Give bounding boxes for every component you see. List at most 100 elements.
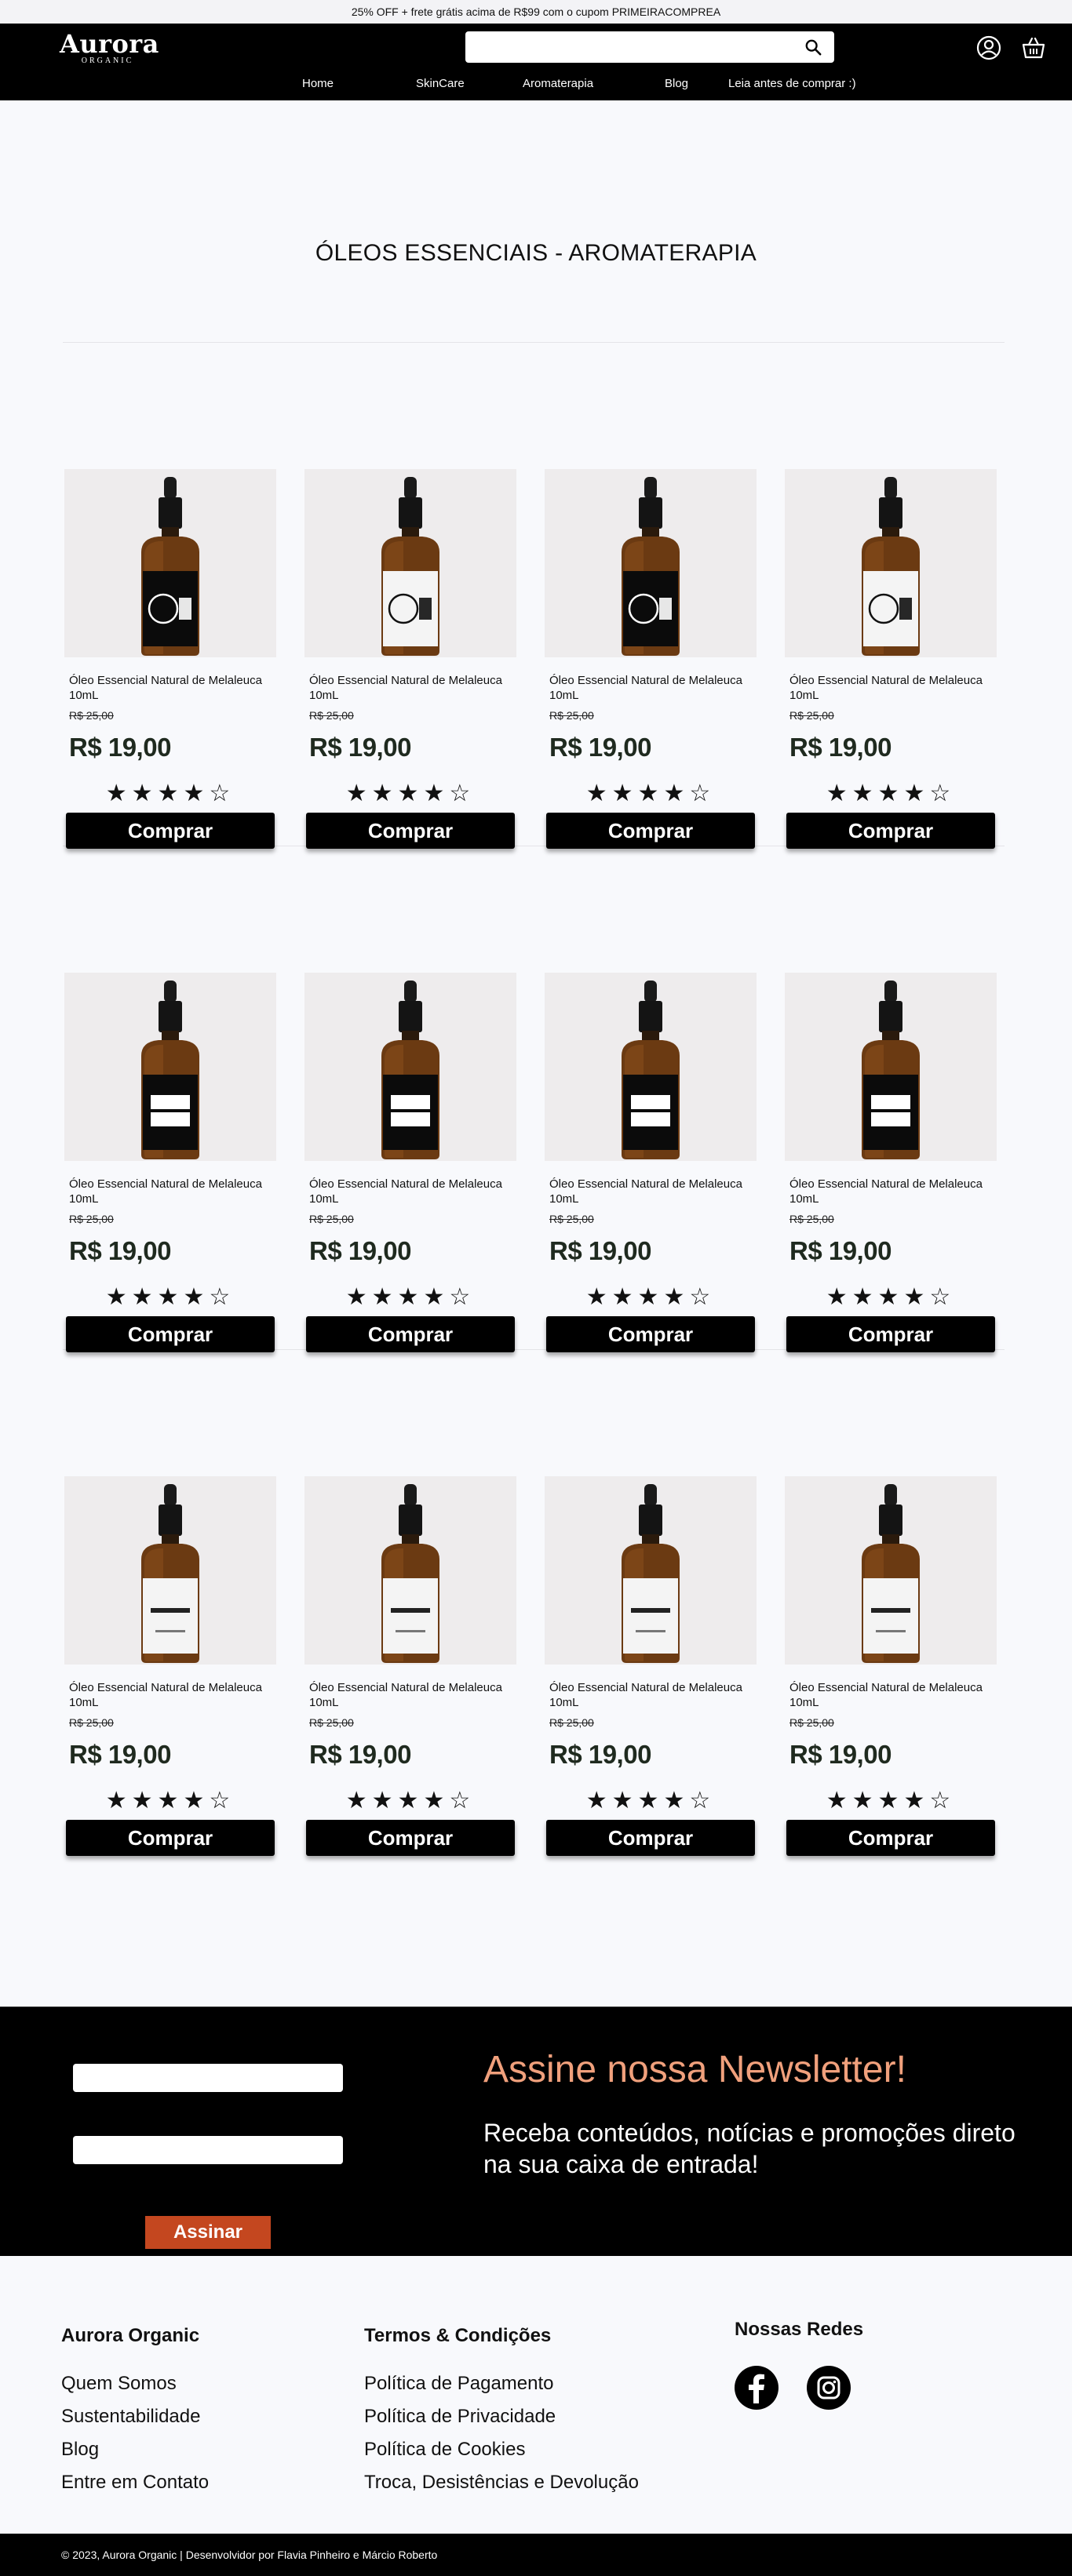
footer-link-cookies[interactable]: Política de Cookies: [364, 2433, 639, 2466]
buy-button[interactable]: Comprar: [66, 1316, 275, 1352]
star-empty-icon: ☆: [929, 780, 956, 806]
product-image[interactable]: [304, 469, 516, 657]
product-name[interactable]: Óleo Essencial Natural de Melaleuca 10mL: [309, 673, 512, 703]
product-name[interactable]: Óleo Essencial Natural de Melaleuca 10mL: [789, 1680, 992, 1710]
product-image[interactable]: [304, 1476, 516, 1665]
product-name[interactable]: Óleo Essencial Natural de Melaleuca 10mL: [309, 1680, 512, 1710]
product-old-price: R$ 25,00: [69, 709, 114, 722]
product-old-price: R$ 25,00: [69, 1716, 114, 1729]
product-card[interactable]: Óleo Essencial Natural de Melaleuca 10mL…: [785, 469, 997, 849]
product-name[interactable]: Óleo Essencial Natural de Melaleuca 10mL: [69, 673, 272, 703]
footer-link-pagamento[interactable]: Política de Pagamento: [364, 2367, 639, 2400]
product-image[interactable]: [64, 973, 276, 1161]
product-card[interactable]: Óleo Essencial Natural de Melaleuca 10mL…: [64, 469, 276, 849]
product-name[interactable]: Óleo Essencial Natural de Melaleuca 10mL: [549, 1680, 752, 1710]
star-empty-icon: ☆: [929, 1284, 956, 1310]
footer-link-troca[interactable]: Troca, Desistências e Devolução: [364, 2466, 639, 2499]
product-old-price: R$ 25,00: [789, 1213, 834, 1225]
star-filled-icon: ★: [105, 1284, 132, 1310]
star-filled-icon: ★: [663, 780, 690, 806]
product-name[interactable]: Óleo Essencial Natural de Melaleuca 10mL: [789, 673, 992, 703]
copyright: © 2023, Aurora Organic | Desenvolvidor p…: [0, 2534, 1072, 2576]
buy-button[interactable]: Comprar: [306, 1316, 515, 1352]
search-input[interactable]: [465, 31, 795, 63]
product-old-price: R$ 25,00: [69, 1213, 114, 1225]
facebook-icon[interactable]: [735, 2366, 778, 2410]
product-old-price: R$ 25,00: [309, 709, 354, 722]
product-name[interactable]: Óleo Essencial Natural de Melaleuca 10mL: [549, 1177, 752, 1206]
star-filled-icon: ★: [877, 780, 904, 806]
star-filled-icon: ★: [585, 1788, 612, 1814]
buy-button[interactable]: Comprar: [546, 1316, 755, 1352]
user-account-icon[interactable]: [975, 35, 1002, 61]
logo[interactable]: Aurora ORGANIC: [60, 28, 159, 65]
product-name[interactable]: Óleo Essencial Natural de Melaleuca 10mL: [789, 1177, 992, 1206]
star-empty-icon: ☆: [449, 780, 476, 806]
shopping-basket-icon[interactable]: [1020, 35, 1047, 61]
product-image[interactable]: [785, 1476, 997, 1665]
product-card[interactable]: Óleo Essencial Natural de Melaleuca 10mL…: [64, 1476, 276, 1856]
star-filled-icon: ★: [637, 1788, 664, 1814]
product-image[interactable]: [785, 973, 997, 1161]
footer-link-contato[interactable]: Entre em Contato: [61, 2466, 209, 2499]
star-empty-icon: ☆: [209, 1284, 235, 1310]
nav-leia-antes[interactable]: Leia antes de comprar :): [728, 77, 856, 90]
buy-button[interactable]: Comprar: [786, 813, 995, 849]
product-name[interactable]: Óleo Essencial Natural de Melaleuca 10mL: [69, 1177, 272, 1206]
buy-button[interactable]: Comprar: [546, 813, 755, 849]
product-card[interactable]: Óleo Essencial Natural de Melaleuca 10mL…: [304, 973, 516, 1352]
product-image[interactable]: [64, 1476, 276, 1665]
nav-blog[interactable]: Blog: [665, 77, 688, 90]
subscribe-button[interactable]: Assinar: [145, 2216, 271, 2249]
product-bottle-image: [622, 477, 680, 656]
footer-link-quem-somos[interactable]: Quem Somos: [61, 2367, 209, 2400]
product-image[interactable]: [785, 469, 997, 657]
promo-bar: 25% OFF + frete grátis acima de R$99 com…: [0, 0, 1072, 24]
product-price: R$ 19,00: [789, 733, 892, 762]
instagram-icon[interactable]: [807, 2366, 851, 2410]
newsletter-email-input[interactable]: [73, 2136, 343, 2164]
product-card[interactable]: Óleo Essencial Natural de Melaleuca 10mL…: [304, 1476, 516, 1856]
product-card[interactable]: Óleo Essencial Natural de Melaleuca 10mL…: [785, 973, 997, 1352]
search-icon[interactable]: [804, 38, 822, 56]
star-empty-icon: ☆: [209, 780, 235, 806]
page-title: ÓLEOS ESSENCIAIS - AROMATERAPIA: [315, 240, 757, 266]
site-header: Aurora ORGANIC Home SkinCare Aromaterapi…: [0, 24, 1072, 100]
buy-button[interactable]: Comprar: [546, 1820, 755, 1856]
footer-link-blog[interactable]: Blog: [61, 2433, 209, 2466]
newsletter-name-input[interactable]: [73, 2064, 343, 2092]
product-rating: ★★★★☆: [785, 1787, 997, 1815]
product-image[interactable]: [545, 1476, 757, 1665]
nav-aromaterapia[interactable]: Aromaterapia: [523, 77, 593, 90]
nav-skincare[interactable]: SkinCare: [416, 77, 465, 90]
product-image[interactable]: [304, 973, 516, 1161]
buy-button[interactable]: Comprar: [306, 1820, 515, 1856]
buy-button[interactable]: Comprar: [786, 1820, 995, 1856]
product-old-price: R$ 25,00: [549, 709, 594, 722]
nav-home[interactable]: Home: [302, 77, 334, 90]
main-nav: Home SkinCare Aromaterapia Blog Leia ant…: [0, 74, 1072, 96]
star-filled-icon: ★: [183, 780, 210, 806]
buy-button[interactable]: Comprar: [66, 813, 275, 849]
buy-button[interactable]: Comprar: [306, 813, 515, 849]
product-name[interactable]: Óleo Essencial Natural de Melaleuca 10mL: [549, 673, 752, 703]
product-card[interactable]: Óleo Essencial Natural de Melaleuca 10mL…: [545, 1476, 757, 1856]
product-name[interactable]: Óleo Essencial Natural de Melaleuca 10mL: [69, 1680, 272, 1710]
footer-link-privacidade[interactable]: Política de Privacidade: [364, 2400, 639, 2433]
product-card[interactable]: Óleo Essencial Natural de Melaleuca 10mL…: [304, 469, 516, 849]
star-filled-icon: ★: [105, 1788, 132, 1814]
product-card[interactable]: Óleo Essencial Natural de Melaleuca 10mL…: [64, 973, 276, 1352]
footer-link-sustentabilidade[interactable]: Sustentabilidade: [61, 2400, 209, 2433]
star-filled-icon: ★: [851, 1284, 878, 1310]
product-image[interactable]: [64, 469, 276, 657]
buy-button[interactable]: Comprar: [66, 1820, 275, 1856]
product-name[interactable]: Óleo Essencial Natural de Melaleuca 10mL: [309, 1177, 512, 1206]
product-image[interactable]: [545, 973, 757, 1161]
star-filled-icon: ★: [131, 780, 158, 806]
product-card[interactable]: Óleo Essencial Natural de Melaleuca 10mL…: [545, 973, 757, 1352]
product-image[interactable]: [545, 469, 757, 657]
star-filled-icon: ★: [877, 1788, 904, 1814]
product-card[interactable]: Óleo Essencial Natural de Melaleuca 10mL…: [545, 469, 757, 849]
buy-button[interactable]: Comprar: [786, 1316, 995, 1352]
product-card[interactable]: Óleo Essencial Natural de Melaleuca 10mL…: [785, 1476, 997, 1856]
